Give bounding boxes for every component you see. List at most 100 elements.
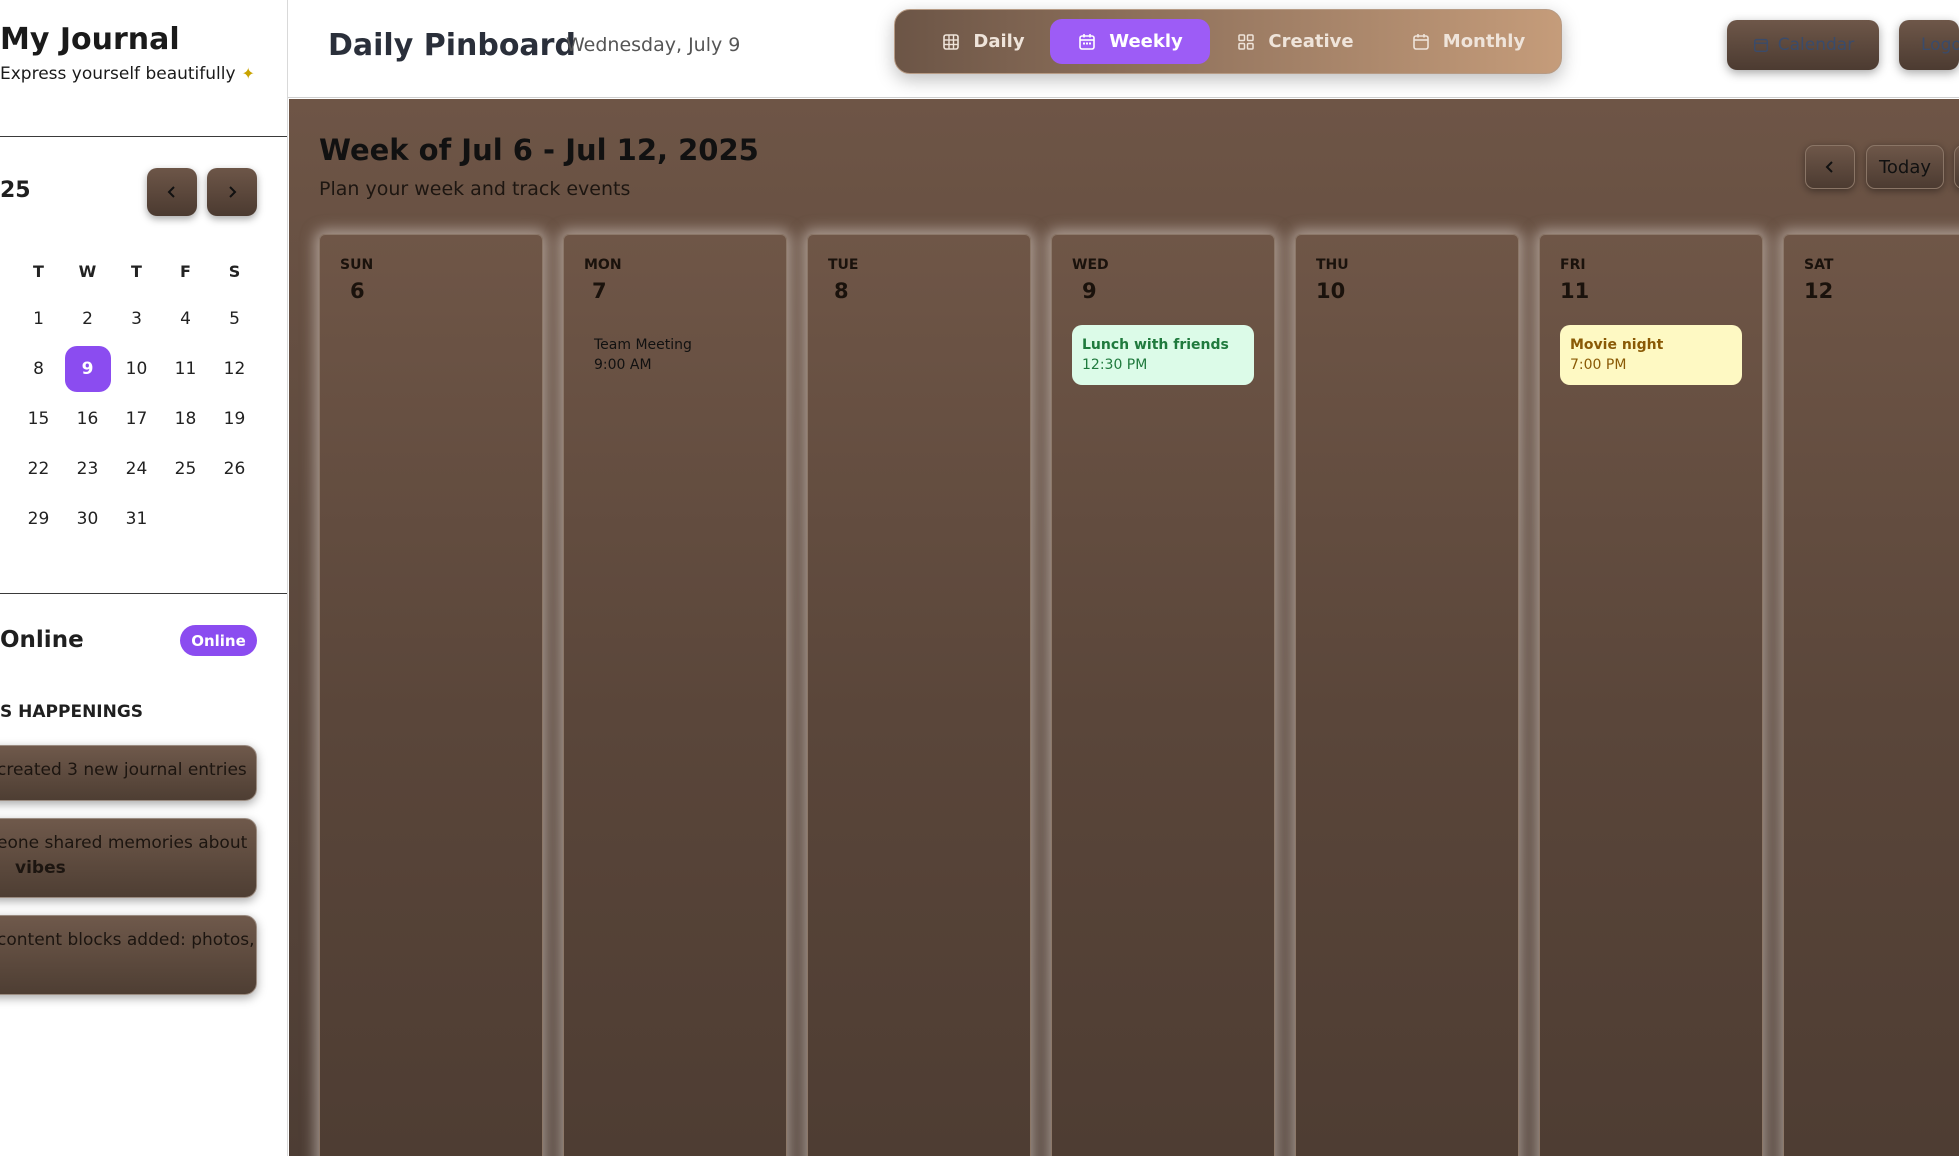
sparkle-icon: ✦ [241,64,255,83]
tab-weekly-label: Weekly [1109,31,1183,52]
calendar-week-row: 1 2 3 4 5 [14,294,264,344]
calendar-day-selected[interactable]: 9 [63,346,112,392]
calendar-day[interactable]: 5 [210,296,259,342]
tab-monthly-label: Monthly [1442,31,1526,52]
event-title: Movie night [1570,337,1664,353]
happening-text: content blocks added: photos, [0,930,255,950]
day-name: THU [1316,257,1349,273]
day-name: FRI [1560,257,1586,273]
logo-button[interactable]: Logo [1899,20,1959,70]
day-column-sun[interactable]: SUN 6 [319,234,543,1156]
day-name: TUE [828,257,859,273]
event-card[interactable]: Movie night 7:00 PM [1560,325,1742,385]
chevron-right-icon [229,186,237,198]
week-subtitle: Plan your week and track events [319,178,631,200]
calendar-week-row: 29 30 31 [14,494,264,544]
grid-icon [943,33,960,50]
view-switcher: Daily Weekly Creative Monthly [894,9,1562,74]
calendar-day-empty [161,496,210,542]
calendar-prev-button[interactable] [147,168,197,216]
day-column-wed[interactable]: WED 9 Lunch with friends 12:30 PM [1051,234,1275,1156]
calendar-day[interactable]: 30 [63,496,112,542]
happening-text: created 3 new journal entries [0,760,247,780]
calendar-day[interactable]: 3 [112,296,161,342]
chevron-left-icon [1825,161,1833,173]
calendar-day[interactable]: 10 [112,346,161,392]
calendar-day[interactable]: 17 [112,396,161,442]
mini-calendar-grid: T W T F S 1 2 3 4 5 8 9 10 11 12 15 16 1… [14,254,264,544]
tab-creative-label: Creative [1268,31,1354,52]
day-column-fri[interactable]: FRI 11 Movie night 7:00 PM [1539,234,1763,1156]
tab-creative[interactable]: Creative [1225,19,1365,64]
day-number: 7 [592,279,607,303]
day-number: 11 [1560,279,1590,303]
day-name: WED [1072,257,1109,273]
calendar-day[interactable]: 24 [112,446,161,492]
happening-card[interactable]: eone shared memories about vibes [0,818,257,898]
day-name: MON [584,257,622,273]
tab-daily[interactable]: Daily [923,19,1043,64]
calendar-day[interactable]: 19 [210,396,259,442]
calendar-icon [1753,38,1768,53]
calendar-icon [1079,33,1096,50]
calendar-day[interactable]: 8 [14,346,63,392]
brand-subtitle: Express yourself beautifully ✦ [0,64,255,84]
day-column-thu[interactable]: THU 10 [1295,234,1519,1156]
day-column-tue[interactable]: TUE 8 [807,234,1031,1156]
weekday-label: T [131,261,142,281]
day-number: 6 [350,279,365,303]
calendar-week-row: 22 23 24 25 26 [14,444,264,494]
day-number: 8 [834,279,849,303]
calendar-next-button[interactable] [207,168,257,216]
event-card[interactable]: Team Meeting 9:00 AM [584,325,766,385]
calendar-day[interactable]: 18 [161,396,210,442]
tab-weekly[interactable]: Weekly [1050,19,1210,64]
calendar-button[interactable]: Calendar [1727,20,1879,70]
today-button[interactable]: Today [1866,145,1944,189]
current-date: Wednesday, July 9 [566,34,741,56]
happening-card[interactable]: content blocks added: photos, [0,915,257,995]
calendar-day[interactable]: 31 [112,496,161,542]
week-prev-button[interactable] [1805,145,1855,189]
calendar-week-row: 8 9 10 11 12 [14,344,264,394]
calendar-day-empty [210,496,259,542]
event-time: 7:00 PM [1570,357,1627,373]
happening-card[interactable]: created 3 new journal entries [0,745,257,801]
calendar-day[interactable]: 26 [210,446,259,492]
event-card[interactable]: Lunch with friends 12:30 PM [1072,325,1254,385]
calendar-day[interactable]: 12 [210,346,259,392]
weekday-label: S [228,261,241,281]
day-number: 9 [1082,279,1097,303]
event-time: 12:30 PM [1082,357,1148,373]
calendar-icon [1412,33,1429,50]
week-next-button[interactable] [1954,145,1959,189]
calendar-day[interactable]: 16 [63,396,112,442]
day-column-mon[interactable]: MON 7 Team Meeting 9:00 AM [563,234,787,1156]
happening-text: eone shared memories about [0,833,248,853]
calendar-day[interactable]: 23 [63,446,112,492]
event-title: Lunch with friends [1082,337,1229,353]
calendar-day[interactable]: 25 [161,446,210,492]
event-title: Team Meeting [594,337,692,353]
online-status-badge: Online [180,625,257,656]
day-number: 12 [1804,279,1834,303]
day-name: SAT [1804,257,1834,273]
calendar-day[interactable]: 15 [14,396,63,442]
day-column-sat[interactable]: SAT 12 [1783,234,1959,1156]
calendar-day[interactable]: 2 [63,296,112,342]
calendar-day[interactable]: 22 [14,446,63,492]
weekday-label: T [33,261,44,281]
tab-monthly[interactable]: Monthly [1393,19,1543,64]
calendar-day[interactable]: 29 [14,496,63,542]
mini-calendar-title: 25 [0,178,31,203]
happening-highlight: vibes [15,858,66,878]
calendar-button-label: Calendar [1777,35,1855,55]
calendar-day[interactable]: 1 [14,296,63,342]
online-section-title: Online [0,627,84,653]
calendar-day[interactable]: 11 [161,346,210,392]
top-header: Daily Pinboard Wednesday, July 9 Daily W… [288,0,1959,98]
page-title: Daily Pinboard [328,28,576,63]
calendar-day[interactable]: 4 [161,296,210,342]
brand-title: My Journal [0,22,180,57]
chevron-left-icon [167,186,175,198]
